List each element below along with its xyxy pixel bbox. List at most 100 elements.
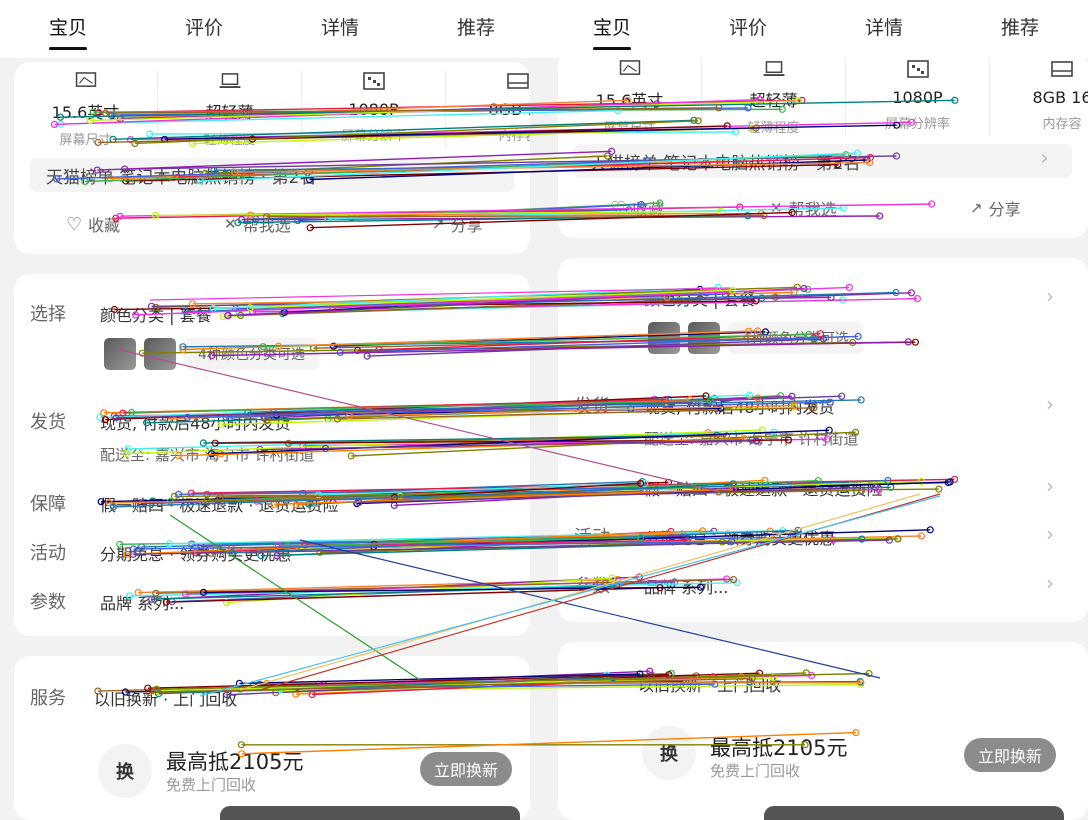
params-label: 参数 (574, 576, 610, 597)
color-count-chip[interactable]: 4种颜色分类可选 (184, 338, 319, 370)
promo-value[interactable]: 分期免息 · 领券购买更优惠 (644, 525, 835, 549)
ship-value[interactable]: 现货, 付款后48小时内发货 (100, 410, 291, 434)
spec-row: 15.6英寸 屏幕尺寸 超轻薄 轻薄程度 1080P 屏幕分辨率 8GB 16 … (14, 70, 530, 148)
color-thumbnails[interactable]: 4种颜色分类可选 (104, 338, 319, 370)
select-value[interactable]: 颜色分类 | 套餐 (644, 286, 756, 310)
top-tab-bar: 宝贝 评价 详情 推荐 (0, 0, 544, 58)
service-card: 以旧换新 · 上门回收 换 最高抵2105元 免费上门回收 立即换新 (558, 642, 1088, 820)
guarantee-label: 保障 (30, 494, 66, 515)
ship-to[interactable]: 配送至: 嘉兴市 海宁市 许村街道 (100, 444, 314, 465)
fav-label: 收藏 (632, 200, 665, 219)
gift-label: 帮我选 (788, 200, 837, 219)
spec-label: 屏幕分辨率 (340, 129, 406, 144)
spec-value: 1080P (348, 100, 399, 119)
service-value[interactable]: 以旧换新 · 上门回收 (94, 686, 237, 710)
tab-reviews[interactable]: 评价 (185, 13, 223, 46)
select-value[interactable]: 颜色分类 | 套餐 (100, 302, 212, 326)
tab-item[interactable]: 宝贝 (592, 13, 632, 50)
gift-icon: ✕ (770, 199, 783, 217)
color-thumb[interactable] (104, 338, 136, 370)
share-icon: ↗ (970, 199, 983, 217)
service-value[interactable]: 以旧换新 · 上门回收 (638, 672, 781, 696)
memory-icon (507, 73, 529, 89)
ranking-text: 天猫榜单 笔记本电脑热销榜 · 第2名 (46, 167, 317, 188)
color-thumbnails[interactable]: 4种颜色分类可选 (648, 322, 863, 354)
gift-icon: ✕ (224, 215, 237, 233)
spec-item[interactable]: 超轻薄 轻薄程度 (702, 58, 846, 136)
spec-label: 屏幕尺寸 (59, 133, 112, 148)
chevron-right-icon: › (1046, 474, 1054, 498)
ranking-bar[interactable]: 天猫榜单 笔记本电脑热销榜 · 第2名 (30, 158, 514, 192)
spec-item[interactable]: 8GB 16 内存容 (990, 58, 1088, 136)
spec-label: 轻薄程度 (203, 133, 256, 148)
chevron-right-icon: › (1046, 392, 1054, 416)
tab-recommend[interactable]: 推荐 (457, 13, 495, 46)
resolution-icon (362, 72, 385, 90)
color-count-chip[interactable]: 4种颜色分类可选 (728, 322, 863, 354)
params-value[interactable]: 品牌 系列... (644, 574, 728, 598)
gift-button[interactable]: ✕ 帮我选 (770, 196, 837, 220)
ranking-bar[interactable]: 天猫榜单 笔记本电脑热销榜 · 第2名 (574, 144, 1072, 178)
color-thumb[interactable] (144, 338, 176, 370)
share-button[interactable]: ↗ 分享 (970, 196, 1021, 220)
tradein-icon: 换 (642, 726, 696, 780)
color-thumb[interactable] (688, 322, 720, 354)
tradein-button[interactable]: 立即换新 (964, 738, 1057, 772)
spec-value: 超轻薄 (205, 103, 254, 122)
heart-icon: ♡ (610, 197, 627, 219)
tab-details[interactable]: 详情 (865, 13, 903, 46)
screen-icon (619, 60, 640, 75)
promo-value[interactable]: 分期免息 · 领券购买更优惠 (100, 541, 291, 565)
guarantee-value[interactable]: 假一赔四 · 极速退款 · 退货运费险 (100, 492, 339, 516)
tradein-button[interactable]: 立即换新 (420, 752, 513, 786)
tradein-title: 最高抵2105元 (710, 736, 848, 760)
spec-value: 超轻薄 (749, 91, 798, 110)
ship-value[interactable]: 现货, 付款后48小时内发货 (644, 394, 835, 418)
laptop-icon (763, 61, 784, 77)
tradein-title: 最高抵2105元 (166, 750, 304, 774)
spec-value: 15.6英寸 (595, 91, 664, 110)
tab-recommend[interactable]: 推荐 (1001, 13, 1039, 46)
tab-details[interactable]: 详情 (321, 13, 359, 46)
chevron-right-icon: › (1046, 571, 1054, 595)
chevron-right-icon: › (1046, 284, 1054, 308)
gift-button[interactable]: ✕ 帮我选 (224, 212, 291, 236)
ship-to[interactable]: 配送至: 嘉兴市 海宁市 许村街道 (644, 428, 858, 449)
service-card: 服务 以旧换新 · 上门回收 换 最高抵2105元 免费上门回收 立即换新 (14, 656, 530, 820)
spec-item[interactable]: 15.6英寸 屏幕尺寸 (14, 70, 158, 148)
share-label: 分享 (988, 200, 1021, 219)
fav-button[interactable]: ♡ 收藏 (610, 196, 664, 220)
spec-item[interactable]: 8GB 16 内存容 (446, 70, 530, 148)
options-card: 颜色分类 | 套餐 › 4种颜色分类可选 发货 现货, 付款后48小时内发货 ›… (558, 258, 1088, 622)
spec-value: 8GB 16 (488, 100, 531, 119)
spec-item[interactable]: 1080P 屏幕分辨率 (846, 58, 990, 136)
spec-label: 屏幕分辨率 (884, 117, 950, 132)
heart-icon: ♡ (66, 213, 83, 235)
spec-label: 内存容 (1042, 117, 1082, 132)
laptop-icon (219, 73, 240, 89)
spec-item[interactable]: 超轻薄 轻薄程度 (158, 70, 302, 148)
screen-icon (75, 72, 96, 87)
service-label: 服务 (30, 688, 66, 709)
fav-button[interactable]: ♡ 收藏 (66, 212, 120, 236)
ship-label: 发货 (30, 412, 66, 433)
spec-value: 8GB 16 (1032, 88, 1088, 107)
ship-label: 发货 (574, 396, 610, 417)
tradein-subtitle: 免费上门回收 (710, 762, 801, 780)
gift-label: 帮我选 (242, 216, 291, 235)
tab-reviews[interactable]: 评价 (729, 13, 767, 46)
params-label: 参数 (30, 592, 66, 613)
spec-value: 15.6英寸 (51, 103, 120, 122)
options-card: 选择 颜色分类 | 套餐 4种颜色分类可选 发货 现货, 付款后48小时内发货 … (14, 274, 530, 636)
params-value[interactable]: 品牌 系列... (100, 590, 184, 614)
share-button[interactable]: ↗ 分享 (432, 212, 483, 236)
spec-item[interactable]: 15.6英寸 屏幕尺寸 (558, 58, 702, 136)
guarantee-value[interactable]: 假一赔四 · 极速退款 · 退货运费险 (644, 476, 883, 500)
spec-item[interactable]: 1080P 屏幕分辨率 (302, 70, 446, 148)
memory-icon (1051, 61, 1073, 77)
spec-value: 1080P (892, 88, 943, 107)
color-thumb[interactable] (648, 322, 680, 354)
tab-item[interactable]: 宝贝 (48, 13, 88, 50)
tradein-icon: 换 (98, 744, 152, 798)
spec-card: 15.6英寸 屏幕尺寸 超轻薄 轻薄程度 1080P 屏幕分辨率 8GB 16 … (14, 62, 530, 254)
